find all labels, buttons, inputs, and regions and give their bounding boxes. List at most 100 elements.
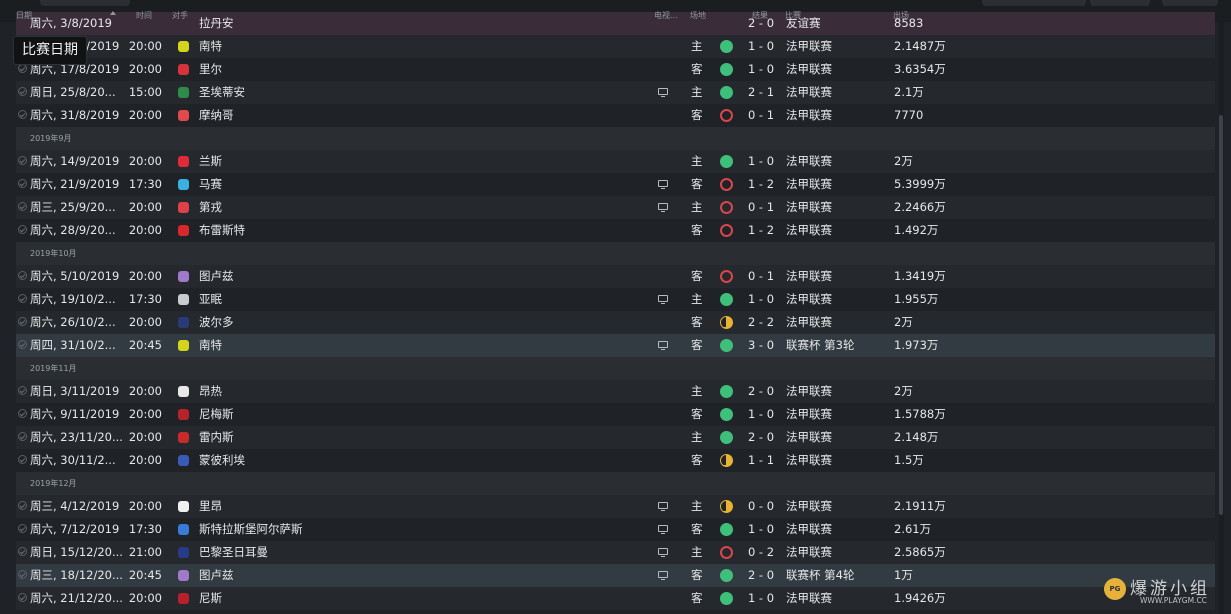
col-header-competition[interactable]: 比赛 (785, 10, 801, 21)
table-row[interactable]: 周六, 10/8/201920:00南特主1 - 0法甲联赛2.1487万 (16, 35, 1215, 58)
table-row[interactable]: 周四, 31/10/2... 20:45 南特 客 3 - 0 联赛杯 第3轮 1.973万 (16, 334, 1215, 357)
table-row[interactable]: 周六, 30/11/2... 20:00 蒙彼利埃 客 1 - 1 法甲联赛 1.5万 (16, 449, 1215, 472)
table-row[interactable]: 周六, 9/11/2019 20:00 尼梅斯 客 1 - 0 法甲联赛 1.5788万 (16, 403, 1215, 426)
opponent-name[interactable]: 南特 (199, 35, 222, 58)
competition-name[interactable]: 法甲联赛 (786, 150, 832, 173)
match-time: 20:00 (128, 269, 162, 283)
table-row[interactable]: 周日, 15/12/20... 21:00 巴黎圣日耳曼 主 0 - 2 法甲联赛 2.58… (16, 541, 1215, 564)
match-time: 20:00 (128, 591, 162, 605)
competition-name[interactable]: 法甲联赛 (786, 495, 832, 518)
opponent-name[interactable]: 巴黎圣日耳曼 (199, 541, 268, 564)
opponent-name[interactable]: 里昂 (199, 495, 222, 518)
table-row[interactable]: 周六, 21/9/2019 17:30 马赛 客 1 - 2 法甲联赛 5.3999万 (16, 173, 1215, 196)
table-row[interactable]: 周六, 23/11/20... 20:00 雷内斯 主 2 - 0 法甲联赛 2.148万 (16, 426, 1215, 449)
opponent-name[interactable]: 雷内斯 (199, 426, 234, 449)
match-score: 2 - 1 (747, 85, 775, 99)
club-crest-icon (178, 64, 189, 75)
col-header-opponent[interactable]: 对手 (172, 10, 188, 21)
watermark-badge: PG (1104, 578, 1126, 600)
tv-icon (658, 203, 668, 212)
table-row[interactable]: 周三, 18/12/20... 20:45 图卢兹 客 2 - 0 联赛杯 第4轮 1万 (16, 564, 1215, 587)
competition-name[interactable]: 法甲联赛 (786, 518, 832, 541)
match-score: 1 - 0 (747, 407, 775, 421)
match-score: 0 - 1 (747, 200, 775, 214)
attendance: 1.492万 (894, 223, 939, 237)
club-crest-icon (178, 455, 189, 466)
table-row[interactable]: 周六, 17/8/2019 20:00 里尔客 1 - 0 法甲联赛 3.6354万 (16, 58, 1215, 81)
competition-name[interactable]: 法甲联赛 (786, 288, 832, 311)
opponent-name[interactable]: 南特 (199, 334, 222, 357)
result-loss-icon (720, 178, 733, 191)
competition-name[interactable]: 法甲联赛 (786, 104, 832, 127)
opponent-name[interactable]: 尼斯 (199, 587, 222, 610)
venue: 主 (691, 292, 703, 306)
competition-name[interactable]: 法甲联赛 (786, 403, 832, 426)
competition-name[interactable]: 法甲联赛 (786, 587, 832, 610)
col-header-venue[interactable]: 场地 (690, 10, 706, 21)
match-score: 1 - 2 (747, 177, 775, 191)
opponent-name[interactable]: 兰斯 (199, 150, 222, 173)
table-row[interactable]: 周日, 25/8/20... 15:00 圣埃蒂安 主 2 - 1 法甲联赛 2.1万 (16, 81, 1215, 104)
club-crest-icon (178, 432, 189, 443)
opponent-name[interactable]: 圣埃蒂安 (199, 81, 245, 104)
competition-name[interactable]: 法甲联赛 (786, 380, 832, 403)
competition-name[interactable]: 法甲联赛 (786, 265, 832, 288)
result-draw-icon (720, 316, 733, 329)
table-row[interactable]: 周六, 14/9/2019 20:00 兰斯 主 1 - 0 法甲联赛 2万 (16, 150, 1215, 173)
match-date: 周日, 25/8/20... (30, 85, 116, 99)
table-row[interactable]: 周六, 31/8/2019 20:00 摩纳哥 客 0 - 1 法甲联赛 7770 (16, 104, 1215, 127)
competition-name[interactable]: 联赛杯 第3轮 (786, 334, 854, 357)
col-header-date[interactable]: 日期 (16, 10, 32, 21)
opponent-name[interactable]: 布雷斯特 (199, 219, 245, 242)
competition-name[interactable]: 法甲联赛 (786, 81, 832, 104)
col-header-time[interactable]: 时间 (136, 10, 152, 21)
table-row[interactable]: 周六, 5/10/2019 20:00 图卢兹 客 0 - 1 法甲联赛 1.3419万 (16, 265, 1215, 288)
match-time: 15:00 (128, 85, 162, 99)
table-row[interactable]: 周六, 26/10/2... 20:00 波尔多 客 2 - 2 法甲联赛 2万 (16, 311, 1215, 334)
opponent-name[interactable]: 里尔 (199, 58, 222, 81)
competition-name[interactable]: 法甲联赛 (786, 541, 832, 564)
competition-name[interactable]: 法甲联赛 (786, 35, 832, 58)
opponent-name[interactable]: 斯特拉斯堡阿尔萨斯 (199, 518, 303, 541)
table-row[interactable]: 周六, 28/9/20... 20:00 布雷斯特 客 1 - 2 法甲联赛 1.492万 (16, 219, 1215, 242)
table-row[interactable]: 周六, 21/12/20... 20:00 尼斯 客 1 - 0 法甲联赛 1.9426万 (16, 587, 1215, 610)
competition-name[interactable]: 法甲联赛 (786, 196, 832, 219)
table-row[interactable]: 周六, 19/10/2... 17:30 亚眠 主 1 - 0 法甲联赛 1.955万 (16, 288, 1215, 311)
opponent-name[interactable]: 尼梅斯 (199, 403, 234, 426)
check-icon (18, 501, 27, 510)
table-row[interactable]: 周日, 3/11/2019 20:00 昂热 主 2 - 0 法甲联赛 2万 (16, 380, 1215, 403)
col-header-attendance[interactable]: 出场 (893, 10, 909, 21)
opponent-name[interactable]: 第戎 (199, 196, 222, 219)
scrollbar-thumb[interactable] (1219, 115, 1223, 515)
opponent-name[interactable]: 蒙彼利埃 (199, 449, 245, 472)
club-crest-icon (178, 202, 189, 213)
result-win-icon (720, 155, 733, 168)
table-row[interactable]: 周三, 4/12/2019 20:00 里昂 主 0 - 0 法甲联赛 2.1911万 (16, 495, 1215, 518)
match-time: 20:00 (128, 315, 162, 329)
competition-name[interactable]: 法甲联赛 (786, 449, 832, 472)
opponent-name[interactable]: 马赛 (199, 173, 222, 196)
opponent-name[interactable]: 图卢兹 (199, 265, 234, 288)
result-draw-icon (720, 454, 733, 467)
match-time: 20:45 (128, 338, 162, 352)
opponent-name[interactable]: 摩纳哥 (199, 104, 234, 127)
opponent-name[interactable]: 波尔多 (199, 311, 234, 334)
match-date: 周六, 21/9/2019 (30, 177, 120, 191)
opponent-name[interactable]: 图卢兹 (199, 564, 234, 587)
venue: 客 (691, 338, 703, 352)
col-header-result[interactable]: 结果 (752, 10, 768, 21)
opponent-name[interactable]: 亚眠 (199, 288, 222, 311)
match-time: 20:00 (128, 499, 162, 513)
competition-name[interactable]: 联赛杯 第4轮 (786, 564, 854, 587)
col-header-tv[interactable]: 电视... (654, 10, 678, 21)
competition-name[interactable]: 法甲联赛 (786, 311, 832, 334)
table-row[interactable]: 周六, 7/12/2019 17:30 斯特拉斯堡阿尔萨斯 客 1 - 0 法甲联赛 2.6… (16, 518, 1215, 541)
competition-name[interactable]: 法甲联赛 (786, 219, 832, 242)
competition-name[interactable]: 法甲联赛 (786, 173, 832, 196)
competition-name[interactable]: 法甲联赛 (786, 58, 832, 81)
attendance: 1.955万 (894, 292, 939, 306)
opponent-name[interactable]: 昂热 (199, 380, 222, 403)
attendance: 1万 (894, 568, 913, 582)
table-row[interactable]: 周三, 25/9/20... 20:00 第戎 主 0 - 1 法甲联赛 2.2466万 (16, 196, 1215, 219)
competition-name[interactable]: 法甲联赛 (786, 426, 832, 449)
